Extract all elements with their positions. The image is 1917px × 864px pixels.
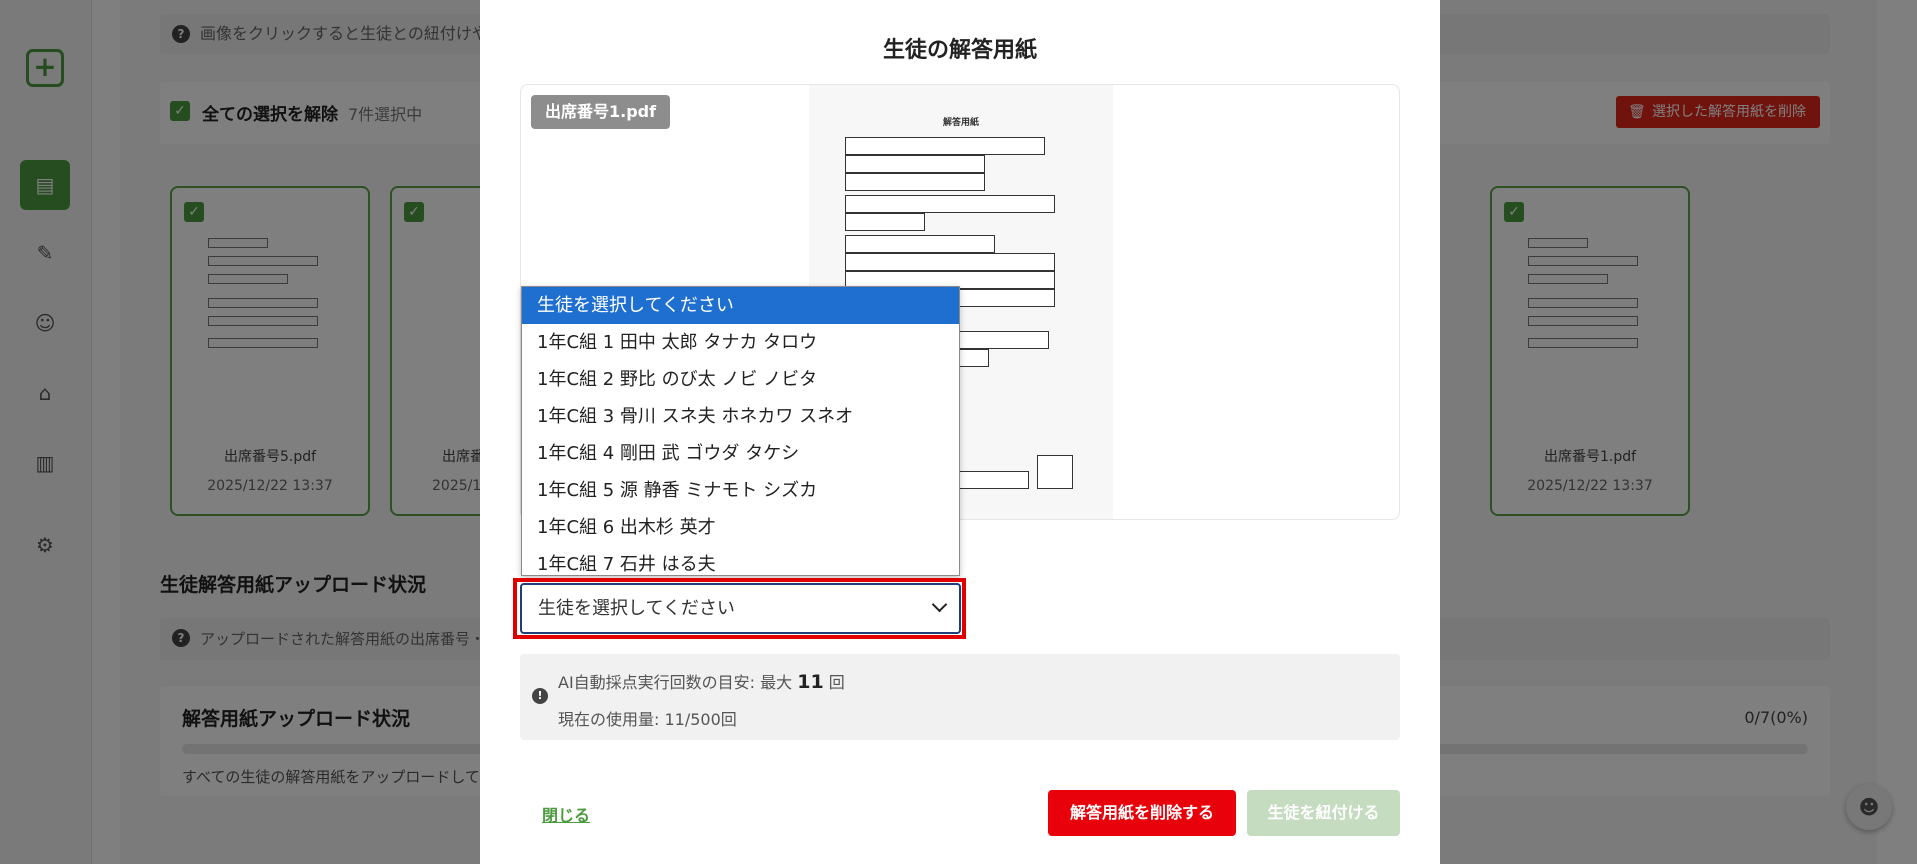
student-select[interactable]: 生徒を選択してください — [520, 583, 961, 634]
ai-usage-box: ! AI自動採点実行回数の目安: 最大 11 回 現在の使用量: 11/500回 — [520, 654, 1400, 740]
ai-estimate: AI自動採点実行回数の目安: 最大 11 回 — [558, 669, 845, 693]
link-student-button[interactable]: 生徒を紐付ける — [1247, 790, 1400, 836]
dropdown-option[interactable]: 1年C組 4 剛田 武 ゴウダ タケシ — [522, 435, 959, 472]
ai-estimate-unit: 回 — [828, 673, 845, 692]
chevron-down-icon — [931, 596, 948, 613]
delete-answer-sheet-button[interactable]: 解答用紙を削除する — [1048, 790, 1236, 836]
file-badge: 出席番号1.pdf — [531, 95, 671, 129]
dropdown-option[interactable]: 1年C組 3 骨川 スネ夫 ホネカワ スネオ — [522, 398, 959, 435]
dropdown-option[interactable]: 1年C組 6 出木杉 英才 — [522, 509, 959, 546]
info-icon: ! — [532, 688, 548, 704]
ai-estimate-label: AI自動採点実行回数の目安: 最大 — [558, 673, 793, 692]
student-select-value: 生徒を選択してください — [538, 598, 735, 619]
paper-title: 解答用紙 — [942, 118, 979, 128]
dropdown-option[interactable]: 1年C組 7 石井 はる夫 — [522, 546, 959, 575]
dropdown-option[interactable]: 生徒を選択してください — [522, 287, 959, 324]
dropdown-option[interactable]: 1年C組 1 田中 太郎 タナカ タロウ — [522, 324, 959, 361]
dropdown-option[interactable]: 1年C組 2 野比 のび太 ノビ ノビタ — [522, 361, 959, 398]
dropdown-option[interactable]: 1年C組 5 源 静香 ミナモト シズカ — [522, 472, 959, 509]
student-dropdown-list: 生徒を選択してください 1年C組 1 田中 太郎 タナカ タロウ 1年C組 2 … — [521, 286, 960, 576]
ai-estimate-count: 11 — [797, 671, 824, 693]
usage-text: 現在の使用量: 11/500回 — [558, 710, 737, 729]
modal-title: 生徒の解答用紙 — [882, 38, 1037, 63]
close-link[interactable]: 閉じる — [542, 802, 590, 826]
